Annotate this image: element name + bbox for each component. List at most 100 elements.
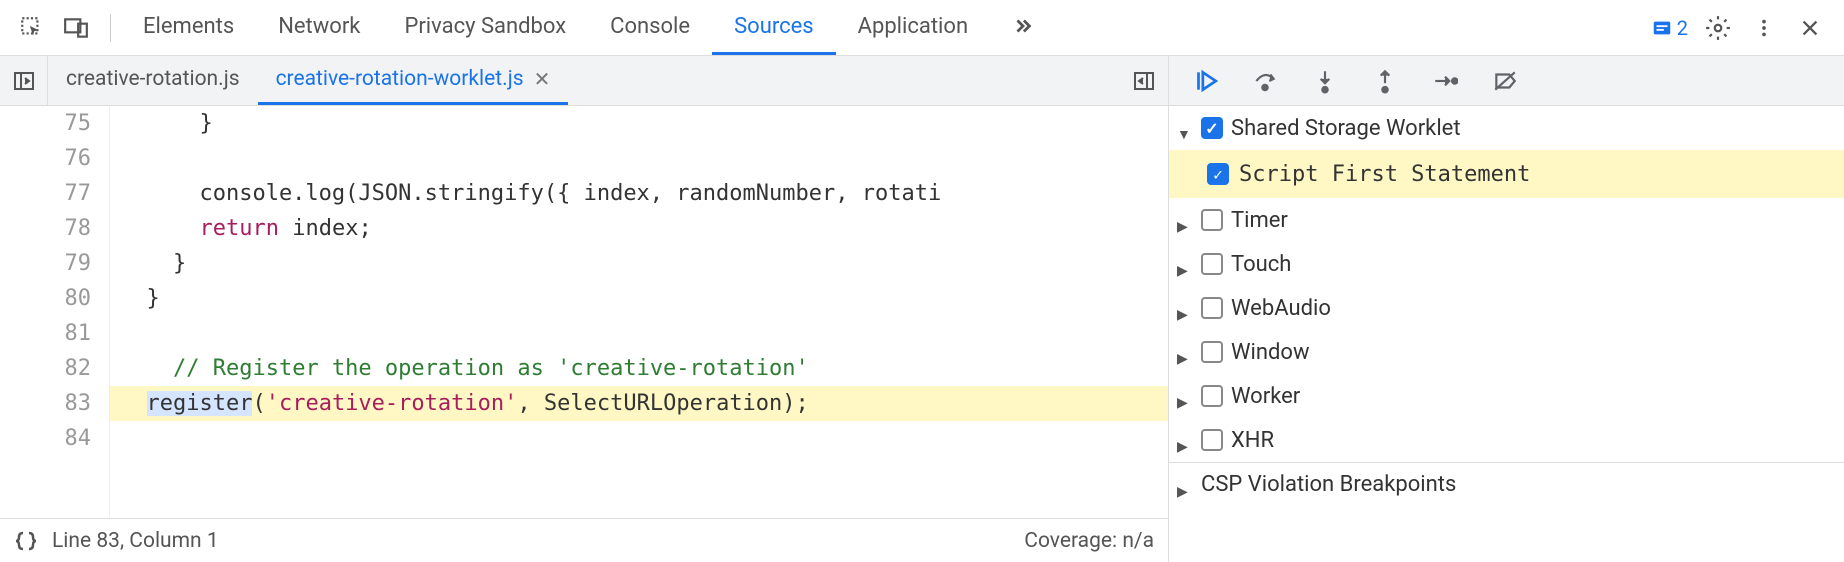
disclosure-right-icon [1177,477,1193,493]
checkbox-checked[interactable] [1207,163,1229,185]
kebab-menu-icon[interactable] [1748,12,1780,44]
breakpoint-category-label: Window [1231,340,1310,365]
tab-console[interactable]: Console [588,0,712,55]
file-tab-creative-rotation-worklet[interactable]: creative-rotation-worklet.js ✕ [258,56,569,105]
breakpoint-section-label: CSP Violation Breakpoints [1201,472,1456,497]
divider [110,14,111,42]
code-editor[interactable]: 75 76 77 78 79 80 81 82 83 84 } console.… [0,106,1168,518]
file-tab-label: creative-rotation-worklet.js [276,67,524,91]
checkbox-unchecked[interactable] [1201,253,1223,275]
checkbox-unchecked[interactable] [1201,209,1223,231]
line-number: 75 [0,106,91,141]
inspect-element-icon[interactable] [16,12,48,44]
code-lines: } console.log(JSON.stringify({ index, ra… [110,106,1168,518]
line-number-gutter: 75 76 77 78 79 80 81 82 83 84 [0,106,110,518]
disclosure-right-icon [1177,300,1193,316]
step-over-icon[interactable] [1249,65,1281,97]
disclosure-down-icon [1177,120,1193,136]
close-devtools-icon[interactable] [1794,12,1826,44]
step-into-icon[interactable] [1309,65,1341,97]
breakpoint-category-label: XHR [1231,428,1274,453]
line-number: 84 [0,421,91,456]
top-left-icons [8,12,100,44]
breakpoint-category-webaudio[interactable]: WebAudio [1169,286,1844,330]
breakpoint-item-label: Script First Statement [1239,162,1530,187]
line-number: 82 [0,351,91,386]
file-tab-bar: creative-rotation.js creative-rotation-w… [0,56,1844,106]
checkbox-unchecked[interactable] [1201,341,1223,363]
close-tab-icon[interactable]: ✕ [534,67,551,91]
navigator-toggle-icon[interactable] [0,56,48,105]
settings-icon[interactable] [1702,12,1734,44]
checkbox-unchecked[interactable] [1201,429,1223,451]
tab-elements[interactable]: Elements [121,0,256,55]
breakpoint-category-label: Touch [1231,252,1291,277]
breakpoint-item-selected[interactable]: Script First Statement [1169,150,1844,198]
line-number: 78 [0,211,91,246]
tab-privacy-sandbox[interactable]: Privacy Sandbox [382,0,588,55]
code-line [110,316,1168,351]
breakpoint-category-label: Shared Storage Worklet [1231,116,1461,141]
devtools-top-bar: Elements Network Privacy Sandbox Console… [0,0,1844,56]
code-line: } [110,281,1168,316]
deactivate-breakpoints-icon[interactable] [1489,65,1521,97]
code-pane: 75 76 77 78 79 80 81 82 83 84 } console.… [0,106,1169,562]
code-line-highlighted: register('creative-rotation', SelectURLO… [110,386,1168,421]
breakpoint-category-touch[interactable]: Touch [1169,242,1844,286]
code-line: // Register the operation as 'creative-r… [110,351,1168,386]
breakpoint-category-label: WebAudio [1231,296,1331,321]
line-number: 83 [0,386,91,421]
line-number: 77 [0,176,91,211]
issues-badge[interactable]: 2 [1651,16,1688,40]
breakpoint-category-label: Worker [1231,384,1300,409]
debug-toolbar [1169,56,1541,105]
tab-sources[interactable]: Sources [712,0,836,55]
editor-status-bar: Line 83, Column 1 Coverage: n/a [0,518,1168,562]
resume-icon[interactable] [1189,65,1221,97]
tab-network[interactable]: Network [256,0,382,55]
step-icon[interactable] [1429,65,1461,97]
more-tabs-icon[interactable] [990,0,1056,55]
line-number: 79 [0,246,91,281]
main-area: 75 76 77 78 79 80 81 82 83 84 } console.… [0,106,1844,562]
issues-count: 2 [1677,16,1688,40]
line-number: 80 [0,281,91,316]
breakpoint-category-timer[interactable]: Timer [1169,198,1844,242]
breakpoint-category-xhr[interactable]: XHR [1169,418,1844,462]
pretty-print-icon[interactable] [14,529,38,553]
checkbox-unchecked[interactable] [1201,385,1223,407]
breakpoint-category-expanded[interactable]: Shared Storage Worklet [1169,106,1844,150]
file-tabs: creative-rotation.js creative-rotation-w… [48,56,568,105]
debugger-sidebar-toggle-icon[interactable] [1120,69,1168,93]
code-line: } [110,246,1168,281]
disclosure-right-icon [1177,388,1193,404]
device-toolbar-icon[interactable] [60,12,92,44]
breakpoint-category-worker[interactable]: Worker [1169,374,1844,418]
file-tab-label: creative-rotation.js [66,67,240,91]
panel-tabs: Elements Network Privacy Sandbox Console… [121,0,1056,55]
disclosure-right-icon [1177,432,1193,448]
breakpoint-category-window[interactable]: Window [1169,330,1844,374]
disclosure-right-icon [1177,344,1193,360]
checkbox-checked[interactable] [1201,117,1223,139]
code-line: return index; [110,211,1168,246]
breakpoint-category-label: Timer [1231,208,1288,233]
top-right-controls: 2 [1651,12,1836,44]
code-line [110,421,1168,456]
tab-application[interactable]: Application [836,0,990,55]
line-number: 76 [0,141,91,176]
cursor-position: Line 83, Column 1 [52,529,219,553]
breakpoint-section-csp[interactable]: CSP Violation Breakpoints [1169,462,1844,506]
disclosure-right-icon [1177,212,1193,228]
coverage-status: Coverage: n/a [1024,529,1154,553]
disclosure-right-icon [1177,256,1193,272]
code-line: console.log(JSON.stringify({ index, rand… [110,176,1168,211]
breakpoints-pane: Shared Storage Worklet Script First Stat… [1169,106,1844,562]
file-tab-creative-rotation[interactable]: creative-rotation.js [48,56,258,105]
code-line [110,141,1168,176]
line-number: 81 [0,316,91,351]
checkbox-unchecked[interactable] [1201,297,1223,319]
step-out-icon[interactable] [1369,65,1401,97]
code-line: } [110,106,1168,141]
file-tab-bar-left: creative-rotation.js creative-rotation-w… [0,56,1169,105]
